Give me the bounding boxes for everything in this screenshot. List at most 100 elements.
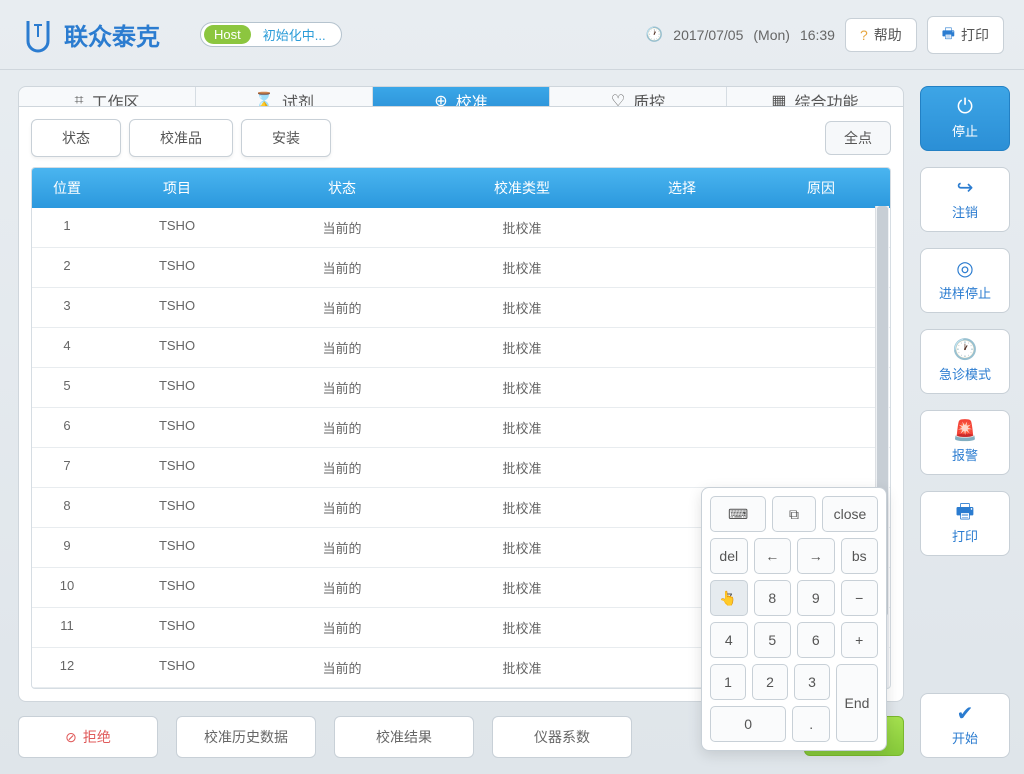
key-1[interactable]: 1 — [710, 664, 746, 700]
reject-icon: ⊘ — [65, 729, 77, 746]
cell-item: TSHO — [102, 208, 252, 247]
emergency-icon: 🕐 — [953, 340, 978, 360]
subtab-install[interactable]: 安装 — [241, 119, 331, 157]
logout-button[interactable]: ↪注销 — [920, 167, 1010, 232]
key-2[interactable]: 2 — [752, 664, 788, 700]
emergency-button[interactable]: 🕐急诊模式 — [920, 329, 1010, 394]
start-button[interactable]: ✔开始 — [920, 693, 1010, 758]
key-7[interactable]: 7👆 — [710, 580, 748, 616]
cell-status: 当前的 — [252, 328, 432, 367]
tab-calibration[interactable]: ⊕校准 — [373, 87, 550, 107]
reject-button[interactable]: ⊘拒绝 — [18, 716, 158, 758]
keyboard-icon-button[interactable]: ⌨ — [710, 496, 766, 532]
key-minus[interactable]: − — [841, 580, 879, 616]
cell-status: 当前的 — [252, 368, 432, 407]
cell-item: TSHO — [102, 568, 252, 607]
cell-type: 批校准 — [432, 208, 612, 247]
qc-icon: ♡ — [611, 91, 625, 107]
cell-position: 4 — [32, 328, 102, 367]
cell-type: 批校准 — [432, 488, 612, 527]
header: 联众泰克 Host 初始化中... 🕐 2017/07/05 (Mon) 16:… — [0, 0, 1024, 70]
cell-position: 10 — [32, 568, 102, 607]
cell-reason — [752, 448, 890, 487]
result-button[interactable]: 校准结果 — [334, 716, 474, 758]
cell-type: 批校准 — [432, 608, 612, 647]
cell-item: TSHO — [102, 488, 252, 527]
reagent-icon: ⌛ — [254, 91, 274, 107]
key-8[interactable]: 8 — [754, 580, 792, 616]
alarm-icon: 🚨 — [953, 421, 978, 441]
coeff-button[interactable]: 仪器系数 — [492, 716, 632, 758]
key-dot[interactable]: . — [792, 706, 830, 742]
cell-type: 批校准 — [432, 328, 612, 367]
key-3[interactable]: 3 — [794, 664, 830, 700]
cell-position: 8 — [32, 488, 102, 527]
keyboard-icon: ⌨ — [728, 506, 748, 523]
help-button[interactable]: ? 帮助 — [845, 18, 917, 52]
tab-qc[interactable]: ♡质控 — [550, 87, 727, 107]
key-5[interactable]: 5 — [754, 622, 792, 658]
cell-reason — [752, 288, 890, 327]
workspace-icon: ⌗ — [74, 92, 83, 107]
print-side-button[interactable]: 🖶打印 — [920, 491, 1010, 556]
cell-item: TSHO — [102, 288, 252, 327]
table-row[interactable]: 2TSHO当前的批校准 — [32, 248, 890, 288]
cell-status: 当前的 — [252, 208, 432, 247]
key-right[interactable]: → — [797, 538, 835, 574]
cell-item: TSHO — [102, 368, 252, 407]
cell-type: 批校准 — [432, 448, 612, 487]
table-row[interactable]: 1TSHO当前的批校准 — [32, 208, 890, 248]
table-row[interactable]: 4TSHO当前的批校准 — [32, 328, 890, 368]
stop-button[interactable]: ⏻停止 — [920, 86, 1010, 151]
cell-select — [612, 328, 752, 367]
table-row[interactable]: 6TSHO当前的批校准 — [32, 408, 890, 448]
sidebar: ⏻停止 ↪注销 ◎进样停止 🕐急诊模式 🚨报警 🖶打印 ✔开始 — [914, 70, 1024, 774]
close-button[interactable]: close — [822, 496, 878, 532]
table-row[interactable]: 7TSHO当前的批校准 — [32, 448, 890, 488]
cell-status: 当前的 — [252, 568, 432, 607]
cell-item: TSHO — [102, 528, 252, 567]
tab-functions[interactable]: ▦综合功能 — [727, 87, 903, 107]
cell-position: 11 — [32, 608, 102, 647]
table-row[interactable]: 5TSHO当前的批校准 — [32, 368, 890, 408]
key-6[interactable]: 6 — [797, 622, 835, 658]
cell-reason — [752, 368, 890, 407]
cell-type: 批校准 — [432, 568, 612, 607]
cell-position: 1 — [32, 208, 102, 247]
functions-icon: ▦ — [771, 91, 786, 107]
sample-stop-button[interactable]: ◎进样停止 — [920, 248, 1010, 313]
cell-item: TSHO — [102, 608, 252, 647]
cell-position: 3 — [32, 288, 102, 327]
key-plus[interactable]: + — [841, 622, 879, 658]
tab-reagent[interactable]: ⌛试剂 — [196, 87, 373, 107]
date-text: 2017/07/05 — [673, 27, 743, 43]
key-0[interactable]: 0 — [710, 706, 786, 742]
window-icon-button[interactable]: ⧉ — [772, 496, 816, 532]
print-button[interactable]: 🖶 打印 — [927, 16, 1004, 54]
tab-workspace[interactable]: ⌗工作区 — [19, 87, 196, 107]
key-del[interactable]: del — [710, 538, 748, 574]
cell-type: 批校准 — [432, 528, 612, 567]
subtab-calibrator[interactable]: 校准品 — [129, 119, 233, 157]
cell-status: 当前的 — [252, 248, 432, 287]
keypad: ⌨ ⧉ close del ← → bs 7👆 8 9 − 4 — [701, 487, 887, 751]
key-4[interactable]: 4 — [710, 622, 748, 658]
key-left[interactable]: ← — [754, 538, 792, 574]
key-bs[interactable]: bs — [841, 538, 879, 574]
logout-icon: ↪ — [957, 178, 974, 198]
table-row[interactable]: 3TSHO当前的批校准 — [32, 288, 890, 328]
key-9[interactable]: 9 — [797, 580, 835, 616]
alarm-button[interactable]: 🚨报警 — [920, 410, 1010, 475]
cell-status: 当前的 — [252, 408, 432, 447]
cell-status: 当前的 — [252, 488, 432, 527]
power-icon: ⏻ — [957, 97, 973, 117]
subtab-status[interactable]: 状态 — [31, 119, 121, 157]
cell-position: 7 — [32, 448, 102, 487]
arrow-left-icon: ← — [765, 548, 779, 564]
brand-text: 联众泰克 — [64, 17, 160, 52]
cell-status: 当前的 — [252, 288, 432, 327]
history-button[interactable]: 校准历史数据 — [176, 716, 316, 758]
cell-reason — [752, 208, 890, 247]
allpoint-button[interactable]: 全点 — [825, 121, 891, 155]
key-end[interactable]: End — [836, 664, 878, 742]
